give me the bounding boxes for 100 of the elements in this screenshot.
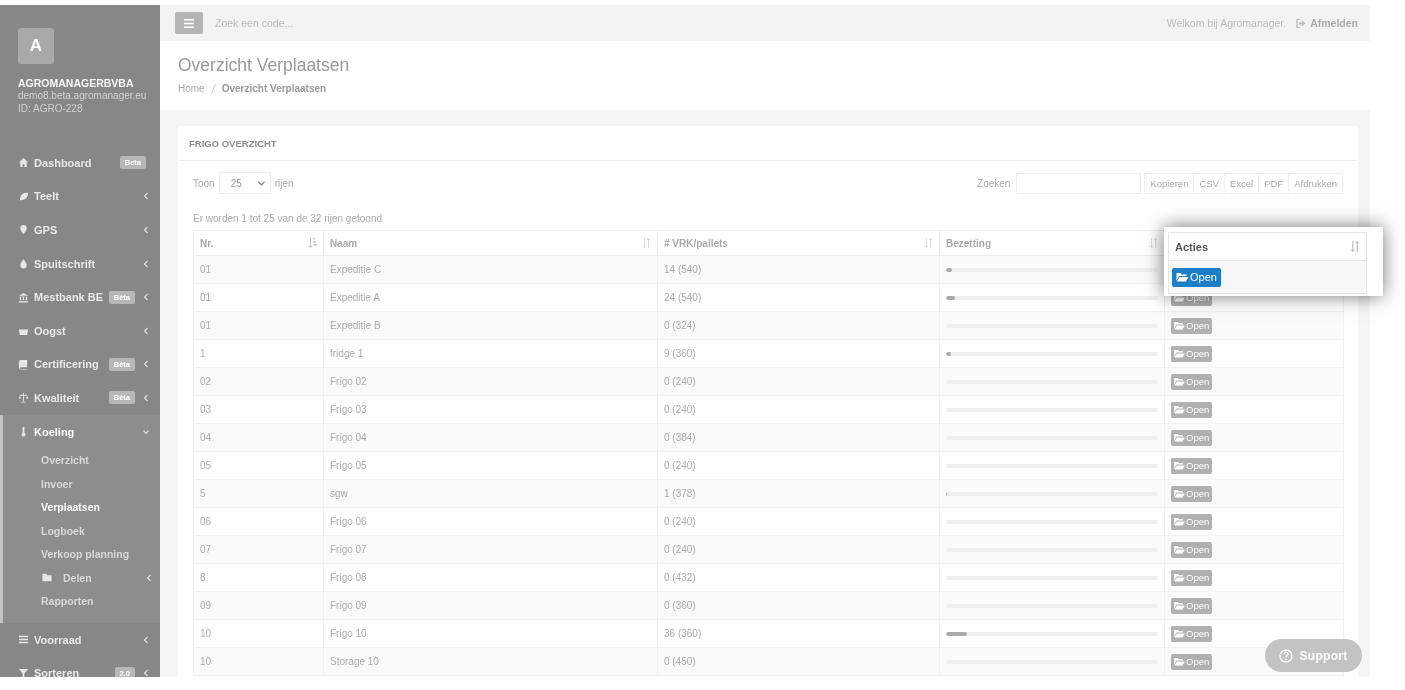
column-header[interactable]: Nr. [193, 230, 324, 256]
open-button[interactable]: Open [1171, 373, 1213, 390]
table-cell: 0 (240) [657, 451, 940, 480]
logo: A [18, 28, 54, 64]
column-header[interactable]: Bezetting [939, 230, 1165, 256]
open-button[interactable]: Open [1171, 317, 1213, 334]
submenu-item[interactable]: Rapporten [3, 589, 160, 613]
submenu-item[interactable]: Delen [3, 565, 160, 590]
export-button[interactable]: PDF [1258, 172, 1290, 194]
folder-icon [1174, 489, 1185, 498]
folder-icon [1174, 629, 1185, 638]
table-cell: Frigo 08 [323, 563, 658, 592]
table-cell: 10 [193, 619, 324, 648]
table-cell: 1 (378) [657, 479, 940, 508]
breadcrumb-separator-icon [210, 84, 216, 94]
sign-out-icon [1296, 18, 1307, 28]
sidebar-item[interactable]: Spuitschrift [0, 246, 160, 281]
length-label: Toon [193, 177, 215, 189]
page-title: Overzicht Verplaatsen [178, 55, 351, 76]
export-button[interactable]: Excel [1224, 172, 1260, 194]
folder-icon [1174, 405, 1185, 414]
sidebar-item[interactable]: GPS [0, 213, 160, 247]
table-cell: Frigo 05 [323, 451, 658, 480]
open-button[interactable]: Open [1171, 653, 1213, 670]
table-cell: 9 (360) [657, 339, 940, 368]
open-button[interactable]: Open [1172, 267, 1221, 287]
table-cell: 0 (324) [657, 311, 940, 340]
submenu-item[interactable]: Verplaatsen [3, 495, 160, 519]
scale-icon [18, 392, 29, 404]
folder-icon [1174, 461, 1185, 470]
sidebar-item[interactable]: Koeling [3, 414, 160, 449]
folder-icon [1176, 272, 1189, 282]
table-cell: 0 (240) [657, 367, 940, 396]
column-header[interactable]: Naam [323, 230, 658, 256]
table-cell: 02 [193, 367, 324, 396]
open-button[interactable]: Open [1171, 513, 1213, 530]
open-button[interactable]: Open [1171, 569, 1213, 586]
book-icon [18, 358, 29, 370]
sidebar-item[interactable]: Voorraad [0, 622, 160, 657]
table-cell: Frigo 04 [323, 423, 658, 452]
sidebar-item[interactable]: Teelt [0, 179, 160, 214]
menu-label: Logboek [41, 524, 86, 537]
table-cell: Expeditie A [323, 283, 658, 312]
open-button[interactable]: Open [1171, 429, 1213, 446]
menu-label: Verkoop planning [41, 548, 131, 561]
column-header[interactable]: Acties [1168, 232, 1367, 261]
filter-icon [18, 667, 29, 677]
logout-link[interactable]: Afmelden [1296, 17, 1358, 29]
table-cell: 0 (360) [657, 591, 940, 620]
table-cell: 01 [193, 283, 324, 312]
menu-label: Teelt [34, 190, 60, 203]
table-cell: Frigo 07 [323, 535, 658, 564]
open-button[interactable]: Open [1171, 597, 1213, 614]
menu-button[interactable] [175, 12, 203, 34]
table-cell: Frigo 02 [323, 367, 658, 396]
panel-title: FRIGO OVERZICHT [178, 126, 1358, 161]
submenu-item[interactable]: Invoer [3, 471, 160, 496]
open-button[interactable]: Open [1171, 401, 1213, 418]
table-cell: 0 (240) [657, 395, 940, 424]
table-cell: sgw [323, 479, 658, 508]
submenu-item[interactable]: Overzicht [3, 448, 160, 472]
list-icon [18, 634, 29, 646]
column-header[interactable]: # VRK/pallets [657, 230, 940, 256]
open-button[interactable]: Open [1171, 625, 1213, 642]
export-button[interactable]: CSV [1193, 172, 1225, 194]
length-label: rijen [274, 177, 294, 189]
export-button[interactable]: Kopieren [1144, 172, 1195, 194]
submenu-item[interactable]: Logboek [3, 518, 160, 543]
menu-label: Koeling [34, 425, 76, 438]
welcome-text: Welkom bij Agromanager. [1166, 17, 1287, 29]
support-button[interactable]: Support [1265, 639, 1362, 672]
folder-icon [1174, 517, 1185, 526]
open-button[interactable]: Open [1171, 541, 1213, 558]
table-cell: 06 [193, 507, 324, 536]
open-button[interactable]: Open [1171, 457, 1213, 474]
export-button[interactable]: Afdrukken [1288, 172, 1343, 194]
submenu-item[interactable]: Verkoop planning [3, 542, 160, 566]
folder-icon [1174, 377, 1185, 386]
map-pin-icon [18, 224, 29, 236]
table-cell: fridge 1 [323, 339, 658, 368]
company-name: AGROMANAGERBVBA [18, 77, 135, 89]
folder-icon [1174, 545, 1185, 554]
table-cell: 0 (384) [657, 423, 940, 452]
table-cell: 5 [193, 479, 324, 508]
breadcrumb-item[interactable]: Home [178, 83, 205, 94]
table-cell: 01 [193, 311, 324, 340]
menu-label: Invoer [41, 477, 74, 490]
table-cell: 07 [193, 535, 324, 564]
sidebar-item[interactable]: Oogst [0, 313, 160, 348]
drop-icon [18, 258, 29, 270]
folder-icon [1174, 349, 1185, 358]
menu-label: Certificering [34, 358, 100, 371]
open-button[interactable]: Open [1171, 345, 1213, 362]
table-cell: 09 [193, 591, 324, 620]
table-cell: 24 (540) [657, 283, 940, 312]
page-size-select[interactable]: 25 [218, 172, 271, 194]
menu-label: Verplaatsen [41, 501, 101, 514]
folder-icon [1174, 433, 1185, 442]
menu-label: Oogst [34, 324, 67, 337]
open-button[interactable]: Open [1171, 485, 1213, 502]
